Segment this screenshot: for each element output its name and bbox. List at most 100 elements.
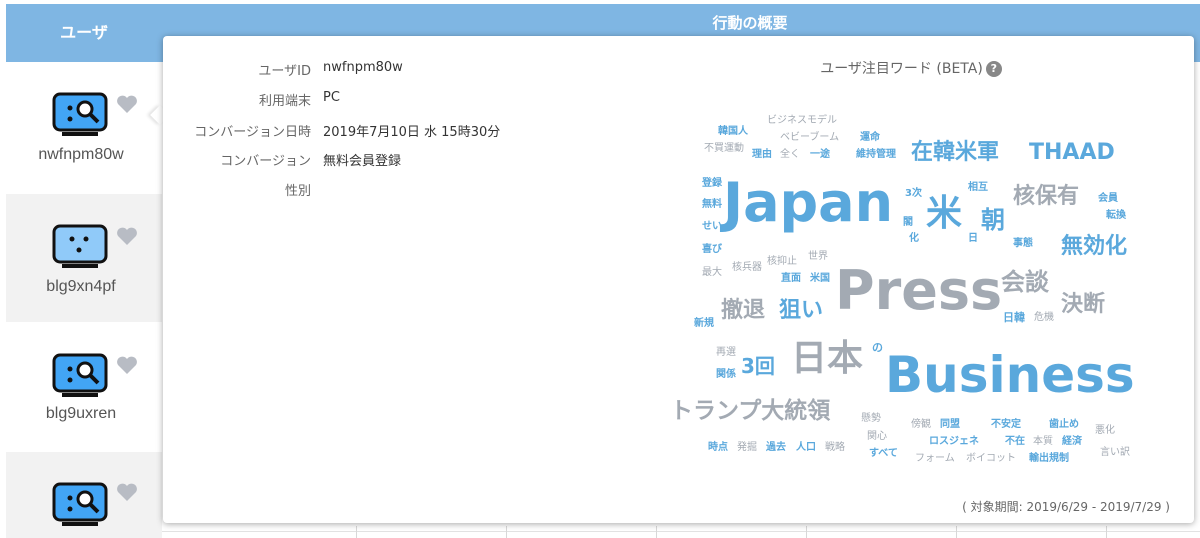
cloud-word: 撤退 <box>721 298 766 323</box>
cloud-word: 悪化 <box>1095 425 1115 436</box>
cloud-word: 会員 <box>1098 193 1118 204</box>
cloud-word: 言い訳 <box>1100 447 1130 458</box>
cloud-word: 核抑止 <box>767 256 797 267</box>
user-name: blg9uxren <box>45 405 117 422</box>
cloud-word: 米国 <box>810 273 830 284</box>
cloud-word: 喜び <box>702 244 722 255</box>
monitor-face-icon <box>52 224 108 268</box>
cloud-word: THAAD <box>1029 140 1115 165</box>
monitor-search-icon <box>52 482 108 526</box>
grid-line <box>1106 526 1107 538</box>
cloud-word: Japan <box>723 171 894 234</box>
cloud-word: Business <box>885 346 1135 404</box>
cloud-word: 傍観 <box>911 419 931 430</box>
cloud-word: 日本 <box>791 338 864 379</box>
user-row[interactable]: nwfnpm80w <box>6 62 162 190</box>
cloud-word: 危機 <box>1034 312 1054 323</box>
field-label-user-id: ユーザID <box>258 64 311 79</box>
cloud-word: 人口 <box>796 442 816 453</box>
grid-line <box>956 526 957 538</box>
cloud-word: 日 <box>968 233 978 244</box>
monitor-search-icon <box>52 92 108 136</box>
cloud-word: 新規 <box>694 318 714 329</box>
cloud-word: 化 <box>909 233 919 244</box>
cloud-word: 核兵器 <box>732 262 762 273</box>
heart-icon[interactable] <box>116 226 138 246</box>
heart-icon[interactable] <box>116 482 138 502</box>
cloud-word: 閣 <box>903 217 913 228</box>
cloud-word: 不買運動 <box>704 143 744 154</box>
cloud-word: ボイコット <box>966 453 1016 464</box>
cloud-word: フォーム <box>915 453 955 464</box>
cloud-word: の <box>872 341 883 354</box>
cloud-word: ロスジェネ <box>929 436 979 447</box>
cloud-word: 再選 <box>716 347 736 358</box>
cloud-word: 核保有 <box>1013 184 1080 209</box>
cloud-word: 登録 <box>702 178 722 189</box>
cloud-word: 無効化 <box>1061 234 1128 259</box>
grid-line <box>506 526 507 538</box>
cloud-word: ビジネスモデル <box>767 115 837 126</box>
cloud-word: 理由 <box>752 149 772 160</box>
cloud-word: ベビーブーム <box>780 132 840 143</box>
cloud-word: 維持管理 <box>856 149 896 160</box>
header-summary-column: 行動の概要 <box>712 14 788 32</box>
cloud-word: 相互 <box>968 182 988 193</box>
cloud-word: 関係 <box>716 369 736 380</box>
user-row[interactable]: blg9xn4pf <box>6 194 162 322</box>
cloud-word: 不在 <box>1005 436 1025 447</box>
monitor-search-icon <box>52 353 108 397</box>
cloud-word: Press <box>835 259 1003 322</box>
field-label-conversion-date: コンバージョン日時 <box>194 125 311 140</box>
heart-icon[interactable] <box>116 355 138 375</box>
field-label-gender: 性別 <box>284 184 311 199</box>
cloud-word: せい <box>702 221 722 232</box>
cloud-word: 直面 <box>781 273 801 284</box>
cloud-word: 世界 <box>808 251 828 262</box>
field-value-user-id: nwfnpm80w <box>323 60 403 75</box>
cloud-word: 運命 <box>860 132 880 143</box>
cloud-word: 転換 <box>1106 210 1126 221</box>
user-row[interactable]: blg9uxren <box>6 323 162 451</box>
cloud-word: 過去 <box>766 442 786 453</box>
user-name: blg9xn4pf <box>46 278 116 295</box>
field-value-conversion-date: 2019年7月10日 水 15時30分 <box>323 125 501 140</box>
cloud-word: 3回 <box>741 354 775 378</box>
user-row[interactable] <box>6 452 162 538</box>
word-cloud-title-text: ユーザ注目ワード (BETA) <box>820 61 983 77</box>
cloud-word: 朝 <box>981 206 1005 234</box>
cloud-word: 懸勢 <box>861 413 881 424</box>
cloud-word: 発掘 <box>737 442 757 453</box>
cloud-word: 日韓 <box>1003 311 1025 324</box>
user-name: nwfnpm80w <box>38 146 124 163</box>
cloud-word: 無料 <box>702 199 722 210</box>
field-label-conversion: コンバージョン <box>220 154 311 169</box>
row-divider <box>162 531 1200 532</box>
cloud-word: 会談 <box>1001 268 1049 296</box>
grid-line <box>806 526 807 538</box>
cloud-word: 戦略 <box>825 442 845 453</box>
cloud-word: 同盟 <box>940 419 960 430</box>
word-cloud-title: ユーザ注目ワード (BETA)? <box>811 58 1011 78</box>
header-user-column: ユーザ <box>60 23 108 42</box>
heart-icon[interactable] <box>116 94 138 114</box>
user-detail-popup: ユーザID nwfnpm80w 利用端末 PC コンバージョン日時 2019年7… <box>163 36 1194 523</box>
cloud-word: 不安定 <box>991 419 1021 430</box>
cloud-word: 一途 <box>810 149 830 160</box>
field-label-device: 利用端末 <box>258 94 311 109</box>
cloud-word: 時点 <box>708 442 728 453</box>
cloud-word: 韓国人 <box>718 126 748 137</box>
cloud-word: 米 <box>926 193 963 234</box>
cloud-word: 本質 <box>1033 436 1053 447</box>
cloud-word: 決断 <box>1061 292 1106 317</box>
cloud-word: 最大 <box>702 267 722 278</box>
cloud-word: すべて <box>869 448 898 459</box>
cloud-word: 歯止め <box>1049 419 1079 430</box>
grid-line <box>656 526 657 538</box>
cloud-word: 輸出規制 <box>1029 453 1069 464</box>
cloud-word: 事態 <box>1013 238 1033 249</box>
question-circle-icon[interactable]: ? <box>985 61 1002 77</box>
field-value-conversion: 無料会員登録 <box>323 154 402 169</box>
cloud-word: 在韓米軍 <box>911 140 1000 165</box>
cloud-word: 狙い <box>779 298 824 323</box>
